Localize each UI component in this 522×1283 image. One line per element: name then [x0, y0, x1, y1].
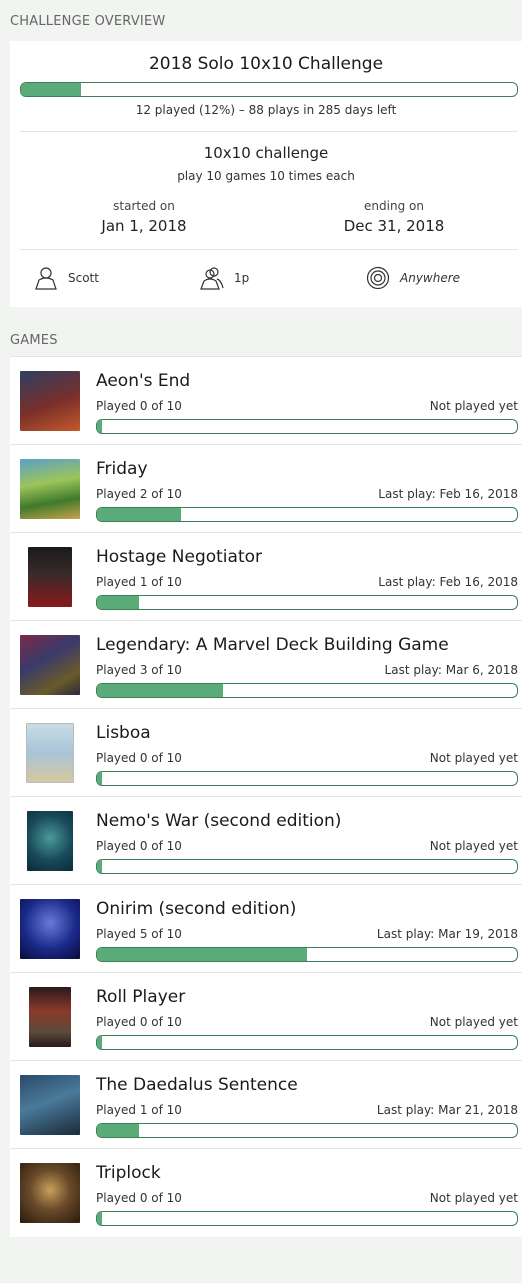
- game-name: Roll Player: [96, 987, 186, 1007]
- game-played-count: Played 2 of 10: [96, 487, 182, 501]
- game-progress-fill: [97, 772, 103, 785]
- game-played-count: Played 0 of 10: [96, 399, 182, 413]
- game-played-count: Played 0 of 10: [96, 1015, 182, 1029]
- game-name: Onirim (second edition): [96, 899, 297, 919]
- game-last-play: Last play: Mar 21, 2018: [376, 1103, 518, 1117]
- game-played-count: Played 0 of 10: [96, 839, 182, 853]
- game-progress-fill: [97, 1036, 103, 1049]
- game-name: Friday: [96, 459, 148, 479]
- game-name: The Daedalus Sentence: [96, 1075, 298, 1095]
- game-progress-bar: [96, 1123, 518, 1138]
- game-name: Hostage Negotiator: [96, 547, 263, 567]
- game-row[interactable]: Aeon's End Played 0 of 10 Not played yet: [10, 356, 522, 444]
- game-cover-image: [20, 811, 80, 871]
- game-played-count: Played 1 of 10: [96, 575, 182, 589]
- game-cover-image: [20, 371, 80, 431]
- player-meta[interactable]: Scott: [34, 265, 99, 291]
- player-name: Scott: [68, 271, 99, 285]
- game-progress-bar: [96, 1211, 518, 1226]
- game-name: Nemo's War (second edition): [96, 811, 342, 831]
- game-row[interactable]: Legendary: A Marvel Deck Building Game P…: [10, 620, 522, 708]
- end-date-value: Dec 31, 2018: [343, 217, 445, 235]
- game-progress-fill: [97, 420, 103, 433]
- game-progress-bar: [96, 507, 518, 522]
- game-progress-fill: [97, 1124, 139, 1137]
- game-progress-fill: [97, 1212, 103, 1225]
- game-last-play: Not played yet: [429, 1191, 518, 1205]
- location-name: Anywhere: [400, 271, 461, 285]
- game-name: Legendary: A Marvel Deck Building Game: [96, 635, 449, 655]
- game-played-count: Played 3 of 10: [96, 663, 182, 677]
- game-cover-image: [20, 547, 80, 607]
- game-progress-bar: [96, 595, 518, 610]
- game-cover-image: [20, 1163, 80, 1223]
- game-progress-bar: [96, 1035, 518, 1050]
- start-date-block: started on Jan 1, 2018: [24, 199, 264, 235]
- game-row[interactable]: Nemo's War (second edition) Played 0 of …: [10, 796, 522, 884]
- game-row[interactable]: Lisboa Played 0 of 10 Not played yet: [10, 708, 522, 796]
- game-name: Lisboa: [96, 723, 151, 743]
- game-cover-image: [20, 899, 80, 959]
- game-row[interactable]: Triplock Played 0 of 10 Not played yet: [10, 1148, 522, 1236]
- divider: [20, 249, 518, 250]
- game-last-play: Last play: Mar 19, 2018: [376, 927, 518, 941]
- location-meta[interactable]: Anywhere: [366, 265, 460, 291]
- start-date-label: started on: [113, 199, 175, 213]
- game-row[interactable]: Onirim (second edition) Played 5 of 10 L…: [10, 884, 522, 972]
- game-last-play: Last play: Mar 6, 2018: [384, 663, 518, 677]
- game-progress-fill: [97, 596, 139, 609]
- game-row[interactable]: Friday Played 2 of 10 Last play: Feb 16,…: [10, 444, 522, 532]
- game-progress-fill: [97, 508, 181, 521]
- game-cover-image: [20, 1075, 80, 1135]
- game-cover-image: [20, 723, 80, 783]
- game-cover-image: [20, 987, 80, 1047]
- challenge-progress-fill: [21, 83, 81, 96]
- game-played-count: Played 0 of 10: [96, 751, 182, 765]
- location-target-icon: [366, 266, 390, 290]
- challenge-progress-bar: [20, 82, 518, 97]
- game-last-play: Not played yet: [429, 1015, 518, 1029]
- end-date-block: ending on Dec 31, 2018: [274, 199, 514, 235]
- game-row[interactable]: Roll Player Played 0 of 10 Not played ye…: [10, 972, 522, 1060]
- game-row[interactable]: Hostage Negotiator Played 1 of 10 Last p…: [10, 532, 522, 620]
- person-icon: [35, 267, 57, 290]
- game-cover-image: [20, 635, 80, 695]
- end-date-label: ending on: [364, 199, 424, 213]
- player-count-meta[interactable]: 1p: [200, 265, 249, 291]
- game-played-count: Played 5 of 10: [96, 927, 182, 941]
- game-row[interactable]: The Daedalus Sentence Played 1 of 10 Las…: [10, 1060, 522, 1148]
- game-progress-fill: [97, 948, 307, 961]
- game-name: Triplock: [96, 1163, 161, 1183]
- game-progress-fill: [97, 860, 103, 873]
- players-icon: [200, 267, 224, 290]
- challenge-title: 2018 Solo 10x10 Challenge: [148, 54, 384, 74]
- game-cover-image: [20, 459, 80, 519]
- game-name: Aeon's End: [96, 371, 191, 391]
- game-last-play: Not played yet: [429, 751, 518, 765]
- game-last-play: Last play: Feb 16, 2018: [378, 487, 518, 501]
- game-last-play: Not played yet: [429, 399, 518, 413]
- challenge-overview-header: CHALLENGE OVERVIEW: [10, 14, 166, 29]
- game-played-count: Played 0 of 10: [96, 1191, 182, 1205]
- player-count: 1p: [234, 271, 250, 285]
- game-progress-bar: [96, 683, 518, 698]
- start-date-value: Jan 1, 2018: [101, 217, 187, 235]
- games-header: GAMES: [10, 333, 58, 348]
- game-last-play: Not played yet: [429, 839, 518, 853]
- divider: [20, 131, 518, 132]
- game-progress-bar: [96, 419, 518, 434]
- game-progress-bar: [96, 771, 518, 786]
- challenge-name: 10x10 challenge: [203, 144, 329, 162]
- games-list: Aeon's End Played 0 of 10 Not played yet…: [10, 356, 522, 1237]
- challenge-summary: 12 played (12%) – 88 plays in 285 days l…: [135, 103, 397, 117]
- game-last-play: Last play: Feb 16, 2018: [378, 575, 518, 589]
- game-progress-bar: [96, 859, 518, 874]
- game-progress-bar: [96, 947, 518, 962]
- challenge-description: play 10 games 10 times each: [177, 169, 355, 183]
- game-progress-fill: [97, 684, 223, 697]
- game-played-count: Played 1 of 10: [96, 1103, 182, 1117]
- challenge-overview-card: 2018 Solo 10x10 Challenge 12 played (12%…: [10, 41, 522, 307]
